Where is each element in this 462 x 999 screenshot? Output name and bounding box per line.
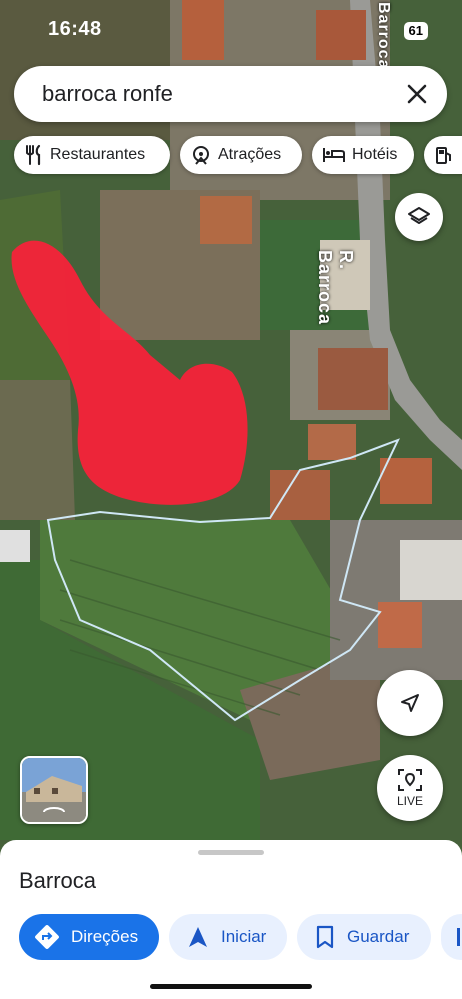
- gas-station-icon: [436, 147, 451, 164]
- bookmark-icon: [316, 925, 334, 949]
- street-view-thumbnail[interactable]: [20, 756, 88, 824]
- close-icon[interactable]: [403, 80, 431, 108]
- layers-button[interactable]: [395, 193, 443, 241]
- fork-knife-icon: [26, 144, 41, 166]
- home-indicator: [150, 984, 312, 989]
- street-label-main: R. Barroca: [315, 250, 356, 326]
- layers-icon: [408, 207, 430, 224]
- drag-handle[interactable]: [198, 850, 264, 855]
- live-label: LIVE: [396, 794, 423, 808]
- street-view-image: [22, 758, 86, 822]
- chip-gas[interactable]: [424, 136, 462, 174]
- directions-label: Direções: [71, 927, 139, 946]
- place-title: Barroca: [19, 868, 97, 893]
- attractions-icon: [193, 146, 209, 165]
- more-actions-button[interactable]: [441, 914, 462, 960]
- live-view-button[interactable]: LIVE: [377, 755, 443, 821]
- chip-attractions[interactable]: Atrações: [180, 136, 302, 174]
- place-bottom-sheet[interactable]: Barroca Direções Iniciar Guardar: [0, 840, 462, 999]
- my-location-button[interactable]: [377, 670, 443, 736]
- chip-restaurants[interactable]: Restaurantes: [14, 136, 170, 174]
- save-label: Guardar: [347, 927, 410, 946]
- directions-icon: [35, 925, 59, 949]
- start-button[interactable]: Iniciar: [169, 914, 287, 960]
- chip-label: Hotéis: [352, 146, 398, 163]
- battery-indicator: 61: [403, 22, 428, 40]
- live-view-icon: [398, 769, 422, 791]
- search-input[interactable]: barroca ronfe: [42, 81, 173, 107]
- chip-label: Restaurantes: [50, 146, 146, 163]
- bed-icon: [323, 148, 345, 162]
- navigation-arrow-icon: [189, 927, 207, 947]
- save-button[interactable]: Guardar: [297, 914, 431, 960]
- status-bar: 16:48 61: [0, 0, 462, 60]
- directions-button[interactable]: Direções: [19, 914, 159, 960]
- start-label: Iniciar: [221, 927, 267, 946]
- chip-label: Atrações: [218, 146, 282, 163]
- share-icon: [457, 928, 460, 946]
- chip-hotels[interactable]: Hotéis: [312, 136, 414, 174]
- navigation-arrow-icon: [401, 694, 419, 712]
- search-bar[interactable]: barroca ronfe: [14, 66, 447, 122]
- clock: 16:48: [48, 18, 102, 40]
